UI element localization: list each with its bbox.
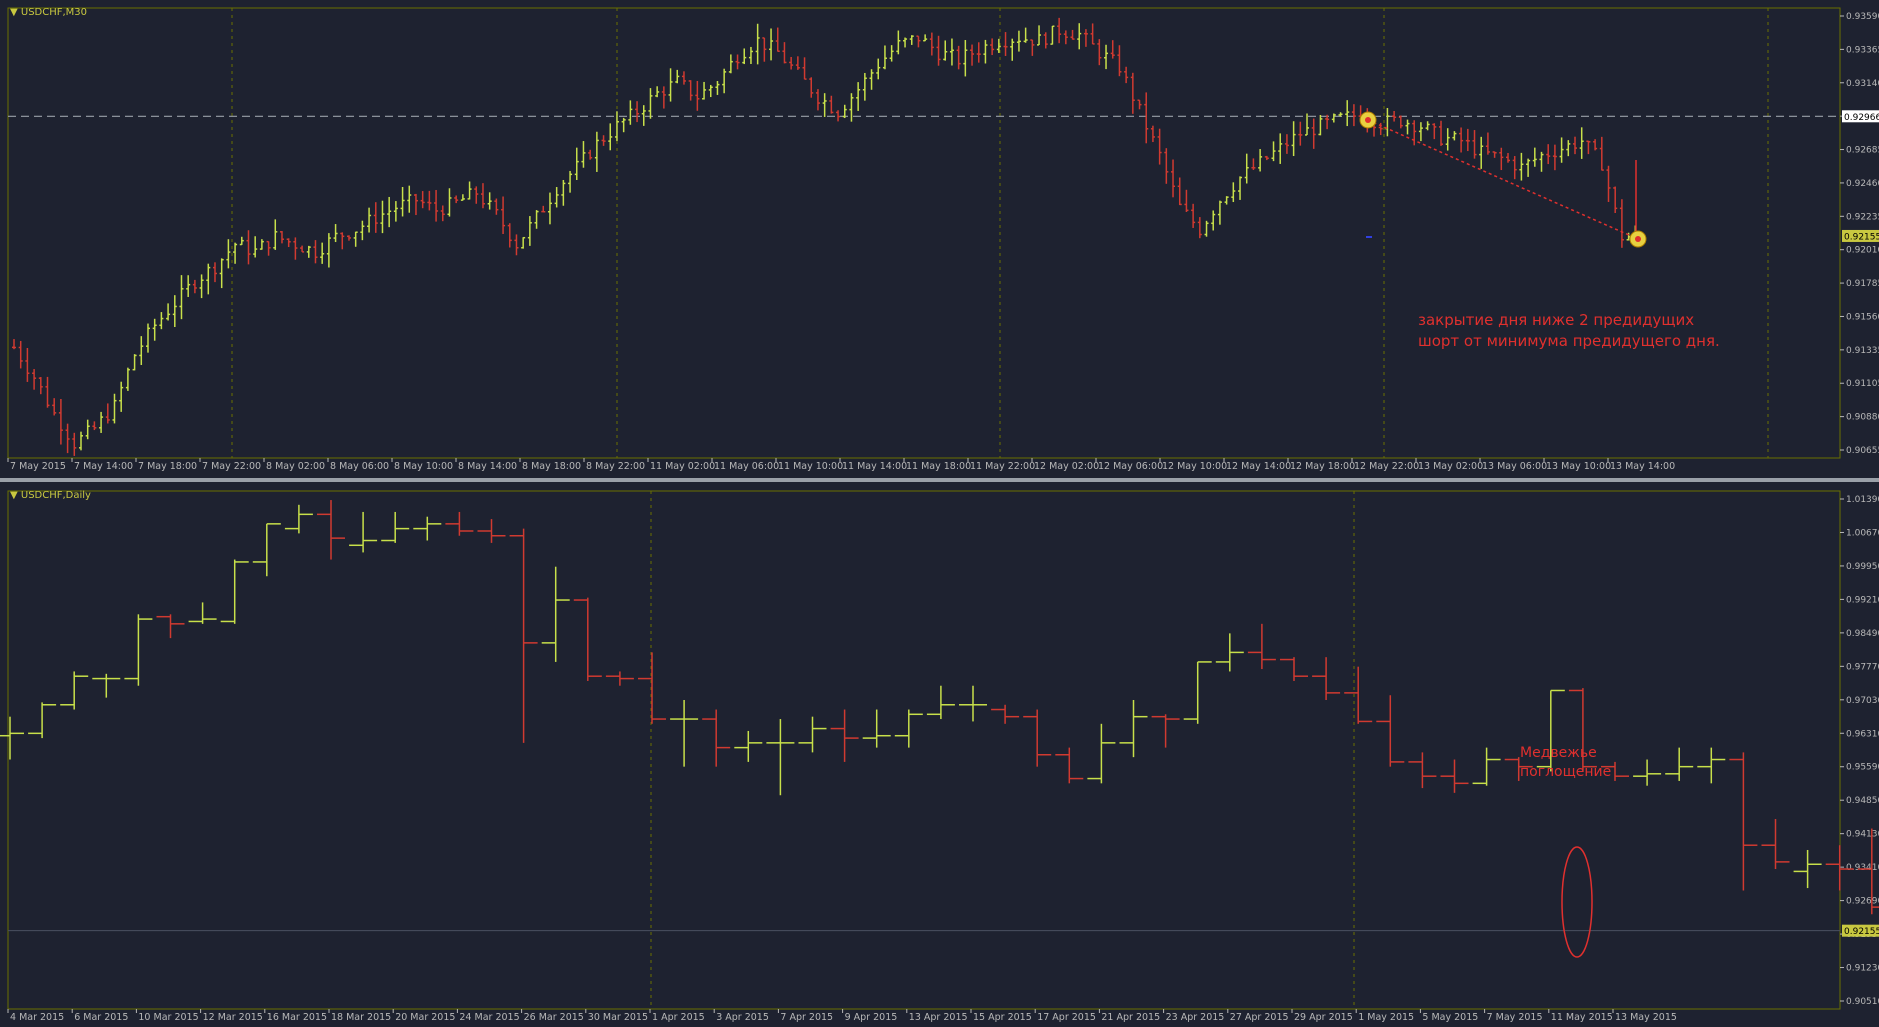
daily-ytick-label: 0.91230 <box>1846 964 1879 974</box>
daily-engulfing-highlight-ellipse[interactable] <box>1561 846 1593 958</box>
daily-xtick-label: 23 Apr 2015 <box>1166 1012 1225 1023</box>
daily-xtick-label: 21 Apr 2015 <box>1101 1012 1160 1023</box>
daily-title: USDCHF,Daily <box>20 490 91 501</box>
daily-xtick-label: 30 Mar 2015 <box>588 1012 648 1023</box>
daily-xtick-label: 9 Apr 2015 <box>845 1012 898 1023</box>
m30-xtick-label: 8 May 18:00 <box>522 461 581 472</box>
m30-ytick-label: 0.92010 <box>1846 246 1879 256</box>
chart-pane-m30[interactable]: 0.935900.933650.931400.929100.926850.924… <box>0 0 1879 478</box>
daily-xtick-label: 24 Mar 2015 <box>459 1012 519 1023</box>
daily-xtick-label: 13 Apr 2015 <box>909 1012 968 1023</box>
daily-annotation-text: Медвежье поглощение <box>1520 745 1612 780</box>
daily-xtick-label: 16 Mar 2015 <box>267 1012 327 1023</box>
daily-xtick-label: 13 May 2015 <box>1615 1012 1677 1023</box>
m30-ytick-label: 0.93590 <box>1846 12 1879 22</box>
daily-ytick-label: 0.97030 <box>1846 696 1879 706</box>
daily-ytick-label: 0.95590 <box>1846 763 1879 773</box>
daily-xtick-label: 20 Mar 2015 <box>395 1012 455 1023</box>
m30-xtick-label: 12 May 22:00 <box>1354 461 1419 472</box>
daily-symbol-label: ▼ USDCHF,Daily <box>10 490 91 501</box>
m30-xtick-label: 12 May 02:00 <box>1034 461 1099 472</box>
m30-ytick-label: 0.93140 <box>1846 79 1879 89</box>
daily-xtick-label: 26 Mar 2015 <box>524 1012 584 1023</box>
m30-xtick-label: 13 May 10:00 <box>1546 461 1611 472</box>
m30-ytick-label: 0.91335 <box>1846 346 1879 356</box>
m30-xtick-label: 11 May 10:00 <box>778 461 843 472</box>
chart-pane-daily[interactable]: 1.01390 1.00670 0.99950 0.99210 0.98490 0.977… <box>0 482 1879 1027</box>
collapse-triangle-icon[interactable]: ▼ <box>10 7 21 18</box>
m30-xtick-label: 7 May 2015 <box>10 461 66 472</box>
daily-xtick-label: 3 Apr 2015 <box>716 1012 769 1023</box>
daily-ytick-label: 0.93410 <box>1846 863 1879 873</box>
daily-xtick-label: 4 Mar 2015 <box>10 1012 64 1023</box>
m30-xtick-label: 8 May 10:00 <box>394 461 453 472</box>
m30-xtick-label: 12 May 14:00 <box>1226 461 1291 472</box>
daily-ytick-label: 0.98490 <box>1846 629 1879 639</box>
daily-xtick-label: 18 Mar 2015 <box>331 1012 391 1023</box>
daily-ytick-label: 0.99950 <box>1846 562 1879 572</box>
m30-ytick-label: 0.93365 <box>1846 45 1879 55</box>
m30-level-price-tag-text: 0.92966 <box>1844 113 1879 123</box>
daily-ytick-label: 0.92690 <box>1846 897 1879 907</box>
daily-ytick-label: 0.97770 <box>1846 662 1879 672</box>
m30-xtick-label: 13 May 02:00 <box>1418 461 1483 472</box>
m30-annotation-text: закрытие дня ниже 2 предидущих шорт от м… <box>1418 311 1720 350</box>
daily-xtick-label: 29 Apr 2015 <box>1294 1012 1353 1023</box>
m30-xtick-label: 7 May 22:00 <box>202 461 261 472</box>
daily-xtick-label: 15 Apr 2015 <box>973 1012 1032 1023</box>
daily-xtick-label: 12 Mar 2015 <box>203 1012 263 1023</box>
m30-marker-dot <box>1365 117 1371 123</box>
daily-ytick-label: 0.99210 <box>1846 595 1879 605</box>
m30-xtick-label: 12 May 18:00 <box>1290 461 1355 472</box>
m30-xtick-label: 8 May 02:00 <box>266 461 325 472</box>
m30-current-price-tag-text: 0.92155 <box>1844 232 1879 242</box>
m30-xtick-label: 12 May 10:00 <box>1162 461 1227 472</box>
m30-xtick-label: 11 May 22:00 <box>970 461 1035 472</box>
daily-ytick-label: 0.96310 <box>1846 729 1879 739</box>
m30-xtick-label: 8 May 06:00 <box>330 461 389 472</box>
daily-current-price-tag-text: 0.92155 <box>1844 927 1879 937</box>
m30-symbol-label: ▼ USDCHF,M30 <box>10 7 87 18</box>
m30-ytick-label: 0.92685 <box>1846 146 1879 156</box>
daily-ytick-label: 0.94130 <box>1846 830 1879 840</box>
m30-ytick-label: 0.92235 <box>1846 212 1879 222</box>
m30-ytick-label: 0.92460 <box>1846 179 1879 189</box>
daily-ytick-label: 0.90510 <box>1846 997 1879 1007</box>
daily-xtick-label: 7 May 2015 <box>1487 1012 1543 1023</box>
daily-xtick-label: 7 Apr 2015 <box>780 1012 833 1023</box>
daily-xtick-label: 5 May 2015 <box>1422 1012 1478 1023</box>
m30-ytick-label: 0.91560 <box>1846 312 1879 322</box>
m30-xtick-label: 8 May 22:00 <box>586 461 645 472</box>
m30-ytick-label: 0.91105 <box>1846 379 1879 389</box>
daily-ytick-label: 1.00670 <box>1846 528 1879 538</box>
m30-marker-dot <box>1635 236 1641 242</box>
daily-xtick-label: 1 Apr 2015 <box>652 1012 705 1023</box>
daily-xtick-label: 1 May 2015 <box>1358 1012 1414 1023</box>
collapse-triangle-icon[interactable]: ▼ <box>10 490 21 501</box>
m30-xtick-label: 7 May 14:00 <box>74 461 133 472</box>
m30-frame <box>7 7 1841 459</box>
m30-chart-canvas[interactable]: 0.935900.933650.931400.929100.926850.924… <box>0 0 1879 478</box>
m30-xtick-label: 13 May 06:00 <box>1482 461 1547 472</box>
daily-xtick-label: 27 Apr 2015 <box>1230 1012 1289 1023</box>
m30-ytick-label: 0.91785 <box>1846 279 1879 289</box>
daily-xtick-label: 17 Apr 2015 <box>1037 1012 1096 1023</box>
m30-xtick-label: 8 May 14:00 <box>458 461 517 472</box>
m30-trend-line[interactable] <box>1367 119 1639 240</box>
m30-title: USDCHF,M30 <box>20 7 88 18</box>
m30-ytick-label: 0.90655 <box>1846 446 1879 456</box>
daily-xtick-label: 11 May 2015 <box>1551 1012 1613 1023</box>
daily-xtick-label: 6 Mar 2015 <box>74 1012 128 1023</box>
m30-xtick-label: 7 May 18:00 <box>138 461 197 472</box>
m30-xtick-label: 11 May 18:00 <box>906 461 971 472</box>
m30-xtick-label: 11 May 14:00 <box>842 461 907 472</box>
m30-xtick-label: 11 May 02:00 <box>650 461 715 472</box>
daily-ytick-label: 1.01390 <box>1846 495 1879 505</box>
m30-xtick-label: 11 May 06:00 <box>714 461 779 472</box>
m30-xtick-label: 12 May 06:00 <box>1098 461 1163 472</box>
m30-xtick-label: 13 May 14:00 <box>1610 461 1675 472</box>
daily-xtick-label: 10 Mar 2015 <box>138 1012 198 1023</box>
daily-ytick-label: 0.94850 <box>1846 796 1879 806</box>
m30-ytick-label: 0.90880 <box>1846 413 1879 423</box>
